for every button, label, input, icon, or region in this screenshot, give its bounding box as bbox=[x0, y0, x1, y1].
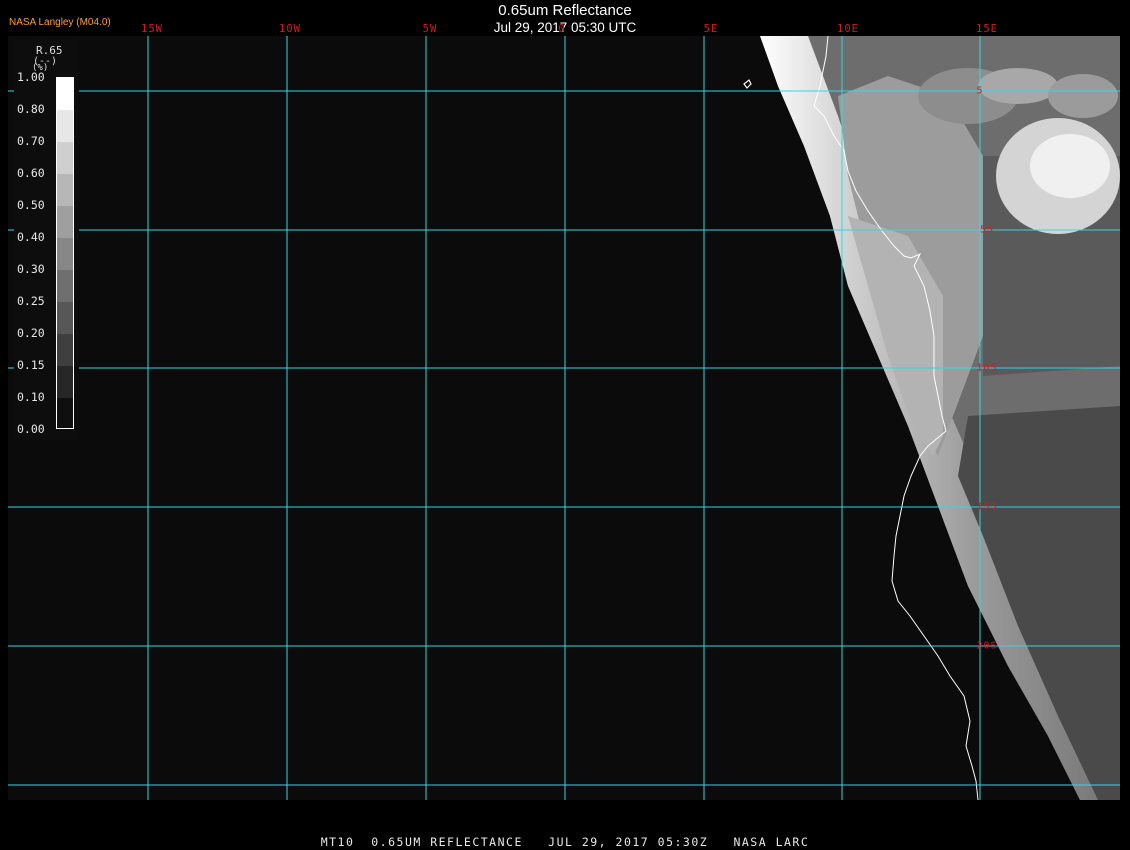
legend-color-step bbox=[57, 366, 73, 399]
satellite-image-viewer: 0.65um Reflectance Jul 29, 2017 05:30 UT… bbox=[0, 0, 1130, 850]
lon-label-10w: 10W bbox=[279, 23, 301, 35]
legend-color-bar bbox=[56, 77, 74, 429]
legend-color-step bbox=[57, 238, 73, 271]
legend-tick-label: 0.15 bbox=[17, 358, 45, 372]
legend-tick-label: 1.00 bbox=[17, 70, 45, 84]
legend-color-step bbox=[57, 142, 73, 175]
legend-color-step bbox=[57, 334, 73, 367]
lat-label-20s: 20S bbox=[976, 640, 998, 652]
lon-label-0: 0 bbox=[558, 23, 566, 35]
legend-tick-label: 0.20 bbox=[17, 326, 45, 340]
legend-color-step bbox=[57, 110, 73, 143]
legend-color-step bbox=[57, 270, 73, 303]
agency-label: NASA Langley (M04.0) bbox=[9, 17, 111, 28]
lat-label-15s: 15S bbox=[976, 501, 998, 513]
satellite-imagery[interactable] bbox=[8, 36, 1120, 800]
legend-tick-label: 0.70 bbox=[17, 134, 45, 148]
legend-color-step bbox=[57, 78, 73, 111]
lat-label-5: 5 bbox=[976, 85, 984, 97]
image-title: 0.65um Reflectance bbox=[498, 2, 632, 19]
legend-tick-label: 0.60 bbox=[17, 166, 45, 180]
legend-tick-label: 0.80 bbox=[17, 102, 45, 116]
legend-color-step bbox=[57, 302, 73, 335]
colorbar-legend: R.65 (--) (%) 1.00 0.80 0.70 0.60 0.50 0.40 0.… bbox=[14, 40, 79, 440]
legend-tick-label: 0.25 bbox=[17, 294, 45, 308]
lat-label-10s: 10S bbox=[976, 362, 998, 374]
lon-label-5e: 5E bbox=[703, 23, 719, 35]
legend-tick-label: 0.00 bbox=[17, 422, 45, 436]
legend-tick-label: 0.40 bbox=[17, 230, 45, 244]
cloud-patch bbox=[978, 68, 1058, 104]
legend-color-step bbox=[57, 206, 73, 239]
legend-tick-label: 0.30 bbox=[17, 262, 45, 276]
image-footer-caption: MT10 0.65UM REFLECTANCE JUL 29, 2017 05:… bbox=[320, 835, 810, 849]
lat-label-5s: 5S bbox=[979, 224, 995, 236]
cloud-cluster-core bbox=[1030, 134, 1110, 198]
legend-color-step bbox=[57, 174, 73, 207]
island-outline bbox=[743, 79, 752, 89]
legend-color-step bbox=[57, 398, 73, 428]
legend-tick-label: 0.10 bbox=[17, 390, 45, 404]
lon-label-15w: 15W bbox=[141, 23, 163, 35]
imagery-svg bbox=[8, 36, 1120, 800]
lon-label-5w: 5W bbox=[422, 23, 438, 35]
legend-tick-label: 0.50 bbox=[17, 198, 45, 212]
cloud-patch bbox=[1048, 74, 1118, 118]
lon-label-10e: 10E bbox=[837, 23, 859, 35]
lon-label-15e: 15E bbox=[976, 23, 998, 35]
